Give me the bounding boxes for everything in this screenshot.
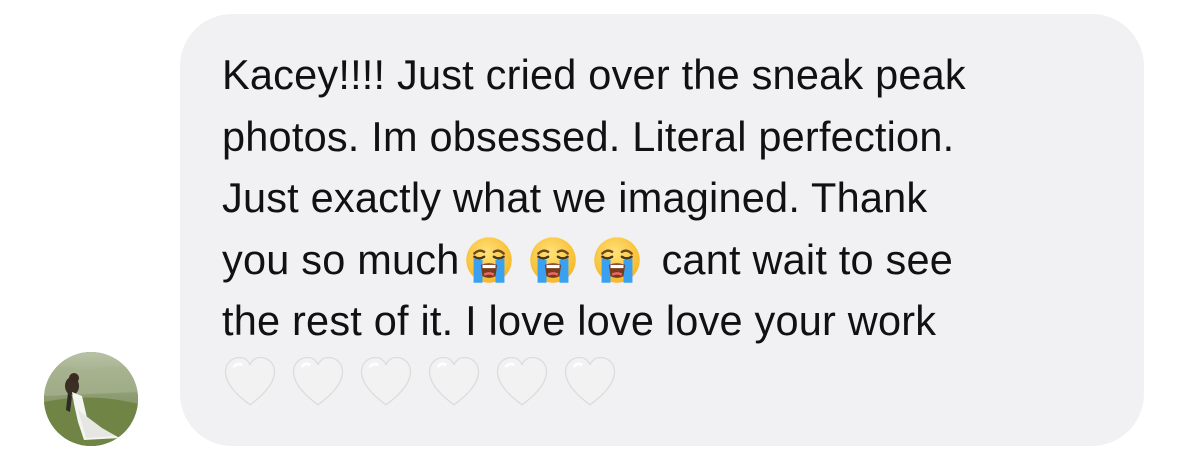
white-heart-icon	[358, 354, 414, 410]
message-line-segment: cant wait to see	[661, 235, 954, 283]
message-line-segment: you so much	[222, 235, 460, 283]
loudly-crying-face-icon	[463, 234, 515, 286]
white-heart-icon	[494, 354, 550, 410]
loudly-crying-face-icon	[591, 234, 643, 286]
message-text: Kacey!!!! Just cried over the sneak peak…	[222, 44, 1112, 352]
message-line: you so much cant wait to see	[222, 229, 1112, 291]
white-heart-icon	[426, 354, 482, 410]
message-line: the rest of it. I love love love your wo…	[222, 297, 937, 344]
white-heart-icon	[562, 354, 618, 410]
white-heart-icon	[290, 354, 346, 410]
message-line: photos. Im obsessed. Literal perfection.	[222, 112, 955, 160]
bride-photo-icon	[44, 352, 138, 446]
white-heart-icon	[222, 354, 278, 410]
heart-emoji-row	[222, 354, 618, 414]
message-line: Just exactly what we imagined. Thank	[222, 174, 928, 221]
loudly-crying-face-icon	[527, 234, 579, 286]
message-bubble[interactable]: Kacey!!!! Just cried over the sneak peak…	[180, 14, 1144, 446]
message-line: Kacey!!!! Just cried over the sneak peak	[222, 51, 966, 98]
sender-avatar[interactable]	[44, 352, 138, 446]
